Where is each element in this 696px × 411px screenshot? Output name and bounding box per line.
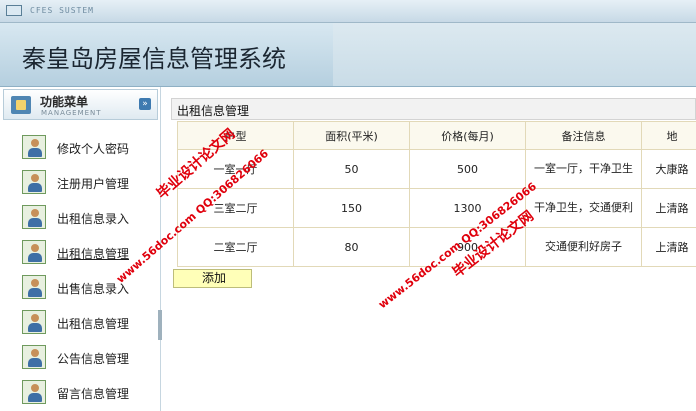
header-banner: 秦皇岛房屋信息管理系统 xyxy=(0,23,696,87)
table-row[interactable]: 三室二厅 150 1300 干净卫生，交通便利 上清路 xyxy=(177,188,696,228)
cell-area: 50 xyxy=(293,149,410,189)
sidebar-item-label: 修改个人密码 xyxy=(57,142,130,156)
column-header-area: 面积(平米) xyxy=(293,121,410,150)
cell-address: 上清路 xyxy=(641,227,696,267)
system-name: CFES SUSTEM xyxy=(30,6,94,15)
menu-header: 功能菜单 MANAGEMENT » xyxy=(3,89,158,120)
sidebar-item-user-management[interactable]: 注册用户管理 xyxy=(22,168,158,196)
user-icon xyxy=(22,380,46,404)
column-header-price: 价格(每月) xyxy=(409,121,526,150)
sidebar-item-sale-entry[interactable]: 出售信息录入 xyxy=(22,273,158,301)
sidebar-item-label: 出售信息录入 xyxy=(57,282,130,296)
cell-note: 一室一厅，干净卫生 xyxy=(525,149,642,189)
main-content: 出租信息管理 户型 面积(平米) 价格(每月) 备注信息 地 一室一厅 50 5… xyxy=(163,87,696,411)
user-icon xyxy=(22,275,46,299)
menu-home-icon xyxy=(11,96,31,114)
sidebar-item-label: 出租信息管理 xyxy=(57,317,130,331)
sidebar: 功能菜单 MANAGEMENT » 修改个人密码 注册用户管理 出租信息录入 出… xyxy=(0,87,161,411)
user-icon xyxy=(22,240,46,264)
column-header-note: 备注信息 xyxy=(525,121,642,150)
cell-type: 二室二厅 xyxy=(177,227,294,267)
cell-address: 大康路 xyxy=(641,149,696,189)
user-icon xyxy=(22,310,46,334)
sidebar-item-label: 注册用户管理 xyxy=(57,177,130,191)
sidebar-item-notice-management[interactable]: 公告信息管理 xyxy=(22,343,158,371)
sidebar-splitter-handle[interactable] xyxy=(158,310,162,340)
cell-area: 80 xyxy=(293,227,410,267)
user-icon xyxy=(22,135,46,159)
site-title: 秦皇岛房屋信息管理系统 xyxy=(22,45,286,73)
sidebar-item-message-management[interactable]: 留言信息管理 xyxy=(22,378,158,406)
sidebar-item-change-password[interactable]: 修改个人密码 xyxy=(22,133,158,161)
add-button[interactable]: 添加 xyxy=(173,269,252,288)
cell-address: 上清路 xyxy=(641,188,696,228)
rental-table: 户型 面积(平米) 价格(每月) 备注信息 地 一室一厅 50 500 一室一厅… xyxy=(177,121,696,267)
sidebar-item-rental-management-2[interactable]: 出租信息管理 xyxy=(22,308,158,336)
panel-title: 出租信息管理 xyxy=(177,104,250,118)
sidebar-item-label: 留言信息管理 xyxy=(57,387,130,401)
user-icon xyxy=(22,205,46,229)
menu-subtitle: MANAGEMENT xyxy=(41,109,102,117)
sidebar-item-rental-entry[interactable]: 出租信息录入 xyxy=(22,203,158,231)
table-header-row: 户型 面积(平米) 价格(每月) 备注信息 地 xyxy=(177,121,696,150)
menu-title: 功能菜单 xyxy=(40,95,89,109)
sidebar-item-label: 公告信息管理 xyxy=(57,352,130,366)
user-icon xyxy=(22,170,46,194)
cell-price: 500 xyxy=(409,149,526,189)
sidebar-item-label: 出租信息录入 xyxy=(57,212,130,226)
sidebar-item-label: 出租信息管理 xyxy=(57,247,130,261)
panel-header: 出租信息管理 xyxy=(171,98,696,120)
cell-note: 交通便利好房子 xyxy=(525,227,642,267)
monitor-icon xyxy=(6,5,22,16)
cell-note: 干净卫生，交通便利 xyxy=(525,188,642,228)
user-icon xyxy=(22,345,46,369)
column-header-address: 地 xyxy=(641,121,696,150)
header-right-panel xyxy=(333,23,696,86)
collapse-toggle-icon[interactable]: » xyxy=(139,98,151,110)
title-bar: CFES SUSTEM xyxy=(0,0,696,23)
cell-area: 150 xyxy=(293,188,410,228)
